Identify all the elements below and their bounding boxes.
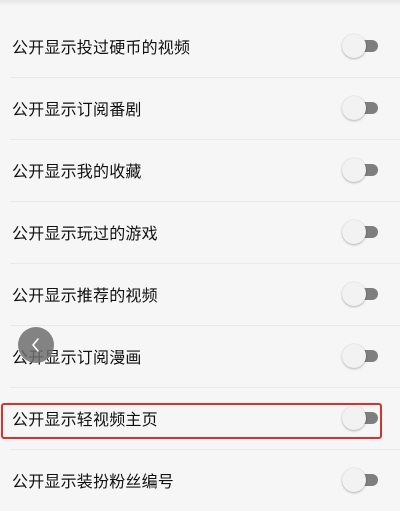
setting-row-light-video-home[interactable]: 公开显示轻视频主页 xyxy=(0,387,400,449)
settings-list: 公开显示投过硬币的视频 公开显示订阅番剧 公开显示我的收藏 公开显示玩过的游戏 xyxy=(0,15,400,511)
setting-row-subscribed-bangumi[interactable]: 公开显示订阅番剧 xyxy=(0,77,400,139)
setting-row-recommended-videos[interactable]: 公开显示推荐的视频 xyxy=(0,263,400,325)
toggle-knob xyxy=(342,34,366,58)
toggle-knob xyxy=(342,344,366,368)
top-divider xyxy=(0,0,400,6)
setting-row-coins-videos[interactable]: 公开显示投过硬币的视频 xyxy=(0,15,400,77)
toggle-switch[interactable] xyxy=(342,96,378,120)
setting-label: 公开显示我的收藏 xyxy=(12,162,142,181)
privacy-settings-screen: 公开显示投过硬币的视频 公开显示订阅番剧 公开显示我的收藏 公开显示玩过的游戏 xyxy=(0,0,400,511)
setting-row-played-games[interactable]: 公开显示玩过的游戏 xyxy=(0,201,400,263)
toggle-switch[interactable] xyxy=(342,344,378,368)
toggle-switch[interactable] xyxy=(342,220,378,244)
toggle-knob xyxy=(342,96,366,120)
setting-label: 公开显示推荐的视频 xyxy=(12,286,158,305)
toggle-knob xyxy=(342,468,366,492)
floating-back-button[interactable] xyxy=(18,327,54,363)
toggle-switch[interactable] xyxy=(342,406,378,430)
toggle-switch[interactable] xyxy=(342,282,378,306)
setting-row-my-favorites[interactable]: 公开显示我的收藏 xyxy=(0,139,400,201)
setting-label: 公开显示投过硬币的视频 xyxy=(12,38,191,57)
setting-label: 公开显示玩过的游戏 xyxy=(12,224,158,243)
setting-row-fan-number[interactable]: 公开显示装扮粉丝编号 xyxy=(0,449,400,511)
setting-label: 公开显示轻视频主页 xyxy=(12,410,158,429)
toggle-switch[interactable] xyxy=(342,34,378,58)
setting-label: 公开显示订阅番剧 xyxy=(12,100,142,119)
toggle-knob xyxy=(342,406,366,430)
toggle-switch[interactable] xyxy=(342,158,378,182)
toggle-knob xyxy=(342,158,366,182)
toggle-switch[interactable] xyxy=(342,468,378,492)
toggle-knob xyxy=(342,282,366,306)
setting-label: 公开显示装扮粉丝编号 xyxy=(12,472,175,491)
chevron-left-icon xyxy=(29,337,43,353)
setting-row-subscribed-comics[interactable]: 公开显示订阅漫画 xyxy=(0,325,400,387)
toggle-knob xyxy=(342,220,366,244)
